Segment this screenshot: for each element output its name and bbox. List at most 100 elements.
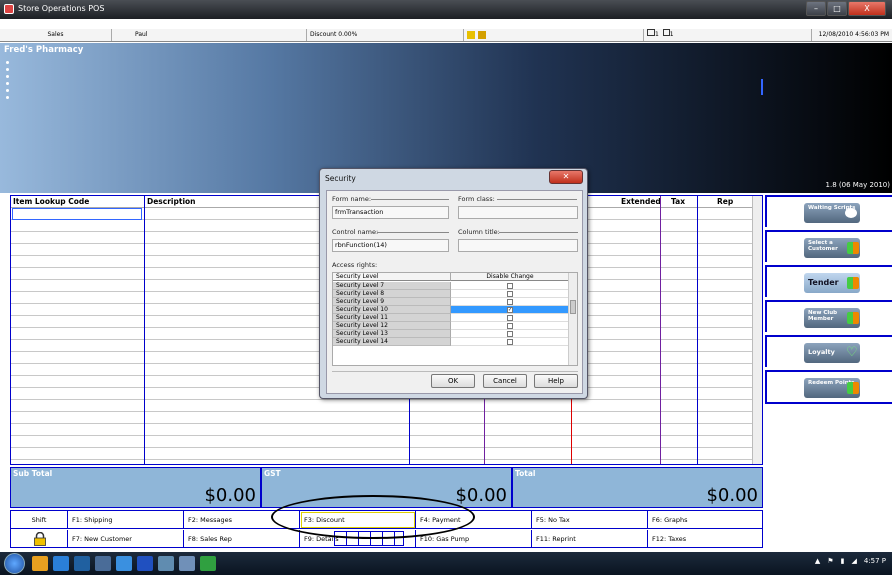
app-icon[interactable] (116, 556, 132, 571)
tool-icon[interactable] (158, 556, 174, 571)
access-row[interactable]: Security Level 14 (333, 338, 569, 346)
grid-divider (660, 196, 661, 464)
cancel-button[interactable]: Cancel (483, 374, 527, 388)
access-row[interactable]: Security Level 13 (333, 330, 569, 338)
disable-change-cell (451, 322, 569, 330)
total-label: Total (515, 469, 536, 478)
disable-change-checkbox[interactable] (507, 314, 513, 321)
banner-marker (761, 79, 763, 95)
access-row[interactable]: Security Level 10 ✓ (333, 306, 569, 314)
f6-graphs-key[interactable]: F6: Graphs (648, 511, 762, 529)
col-extended[interactable]: Extended (621, 197, 661, 206)
minimize-button[interactable]: – (806, 1, 826, 16)
form-name-field[interactable]: frmTransaction (332, 206, 449, 219)
lock-icon (477, 31, 486, 39)
form-class-field[interactable] (458, 206, 578, 219)
status-bar: Sales Paul Discount 0.00% 1 1 12/08/2010… (0, 29, 892, 42)
dialog-title: Security (325, 174, 356, 183)
col-security-level[interactable]: Security Level (333, 273, 451, 281)
access-header-row: Security Level Disable Change (333, 273, 569, 281)
disable-change-checkbox[interactable] (507, 298, 513, 305)
form-name-label: Form name: (332, 195, 372, 203)
f1-shipping-key[interactable]: F1: Shipping (68, 511, 184, 529)
access-row[interactable]: Security Level 8 (333, 290, 569, 298)
status-lock-icons (464, 29, 644, 41)
disable-change-checkbox[interactable] (507, 322, 513, 329)
system-tray: ▲ ⚑ ▮ ◢ 4:57 P (808, 557, 886, 565)
control-name-label: Control name: (332, 228, 379, 236)
close-button[interactable]: X (848, 1, 886, 16)
grid-divider (144, 196, 145, 464)
grid-scrollbar[interactable] (752, 196, 762, 464)
access-rights-table[interactable]: Security Level Disable Change Security L… (332, 272, 578, 366)
drawer-icon (467, 31, 475, 39)
network-icon[interactable] (95, 556, 111, 571)
f12-taxes-key[interactable]: F12: Taxes (648, 530, 762, 548)
grid-divider (697, 196, 698, 464)
dialog-body: Form name: frmTransaction Form class: Co… (326, 190, 583, 394)
control-name-field[interactable]: rbnFunction(14) (332, 239, 449, 252)
explorer-icon[interactable] (32, 556, 48, 571)
tray-volume-icon[interactable]: ◢ (851, 557, 856, 565)
scroll-thumb[interactable] (570, 300, 576, 314)
column-title-field[interactable] (458, 239, 578, 252)
disable-change-checkbox[interactable]: ✓ (507, 306, 513, 313)
tender-button[interactable]: Tender (765, 265, 892, 297)
separator (499, 232, 578, 233)
form-class-label: Form class: (458, 195, 495, 203)
select-customer-button[interactable]: Select a Customer (765, 230, 892, 262)
col-item-lookup-code[interactable]: Item Lookup Code (13, 197, 89, 206)
col-tax[interactable]: Tax (671, 197, 685, 206)
register-icon (662, 29, 670, 36)
waiting-scripts-button[interactable]: Waiting Scripts (765, 195, 892, 227)
redeem-points-button[interactable]: Redeem Points (765, 370, 892, 404)
disc-icon[interactable] (179, 556, 195, 571)
f11-reprint-key[interactable]: F11: Reprint (532, 530, 648, 548)
browser-icon[interactable] (53, 556, 69, 571)
disable-change-checkbox[interactable] (507, 290, 513, 297)
disable-change-checkbox[interactable] (507, 330, 513, 337)
word-icon[interactable] (137, 556, 153, 571)
f7-new-customer-key[interactable]: F7: New Customer (68, 530, 184, 548)
dialog-close-button[interactable]: ✕ (549, 170, 583, 184)
selected-cell[interactable] (12, 208, 142, 220)
pill-icon (845, 208, 857, 218)
media-icon[interactable] (74, 556, 90, 571)
access-row[interactable]: Security Level 11 (333, 314, 569, 322)
pos-window: Store Operations POS – □ X Sales Paul Di… (0, 0, 892, 575)
shift-key[interactable]: Shift (11, 511, 68, 529)
tray-flag-icon[interactable]: ⚑ (827, 557, 833, 565)
col-description[interactable]: Description (147, 197, 196, 206)
total-box: Total $0.00 (512, 467, 763, 508)
disable-change-checkbox[interactable] (507, 282, 513, 289)
disable-change-cell (451, 290, 569, 298)
help-button[interactable]: Help (534, 374, 578, 388)
access-row[interactable]: Security Level 7 (333, 282, 569, 290)
f8-sales-rep-key[interactable]: F8: Sales Rep (184, 530, 300, 548)
action-panel: Waiting Scripts Select a Customer Tender… (765, 195, 892, 465)
heart-icon: ♡ (846, 345, 858, 360)
disable-change-cell (451, 314, 569, 322)
disable-change-checkbox[interactable] (507, 338, 513, 345)
gst-label: GST (264, 469, 281, 478)
ok-button[interactable]: OK (431, 374, 475, 388)
start-button[interactable] (4, 553, 25, 574)
maximize-button[interactable]: □ (827, 1, 847, 16)
security-level-cell: Security Level 13 (333, 330, 451, 338)
lock-key[interactable] (11, 530, 68, 548)
tray-clock[interactable]: 4:57 P (864, 557, 886, 565)
pos-taskbar-icon[interactable] (200, 556, 216, 571)
access-row[interactable]: Security Level 9 (333, 298, 569, 306)
new-club-member-button[interactable]: New Club Member (765, 300, 892, 332)
disable-change-cell: ✓ (451, 306, 569, 314)
col-rep[interactable]: Rep (717, 197, 733, 206)
access-scrollbar[interactable] (568, 273, 577, 365)
gst-amount: $0.00 (455, 485, 507, 506)
col-disable-change[interactable]: Disable Change (451, 273, 569, 281)
access-row[interactable]: Security Level 12 (333, 322, 569, 330)
loyalty-button[interactable]: Loyalty ♡ (765, 335, 892, 367)
tray-network-icon[interactable]: ▮ (841, 557, 845, 565)
f5-no-tax-key[interactable]: F5: No Tax (532, 511, 648, 529)
security-level-cell: Security Level 10 (333, 306, 451, 314)
tray-arrow-icon[interactable]: ▲ (815, 557, 820, 565)
